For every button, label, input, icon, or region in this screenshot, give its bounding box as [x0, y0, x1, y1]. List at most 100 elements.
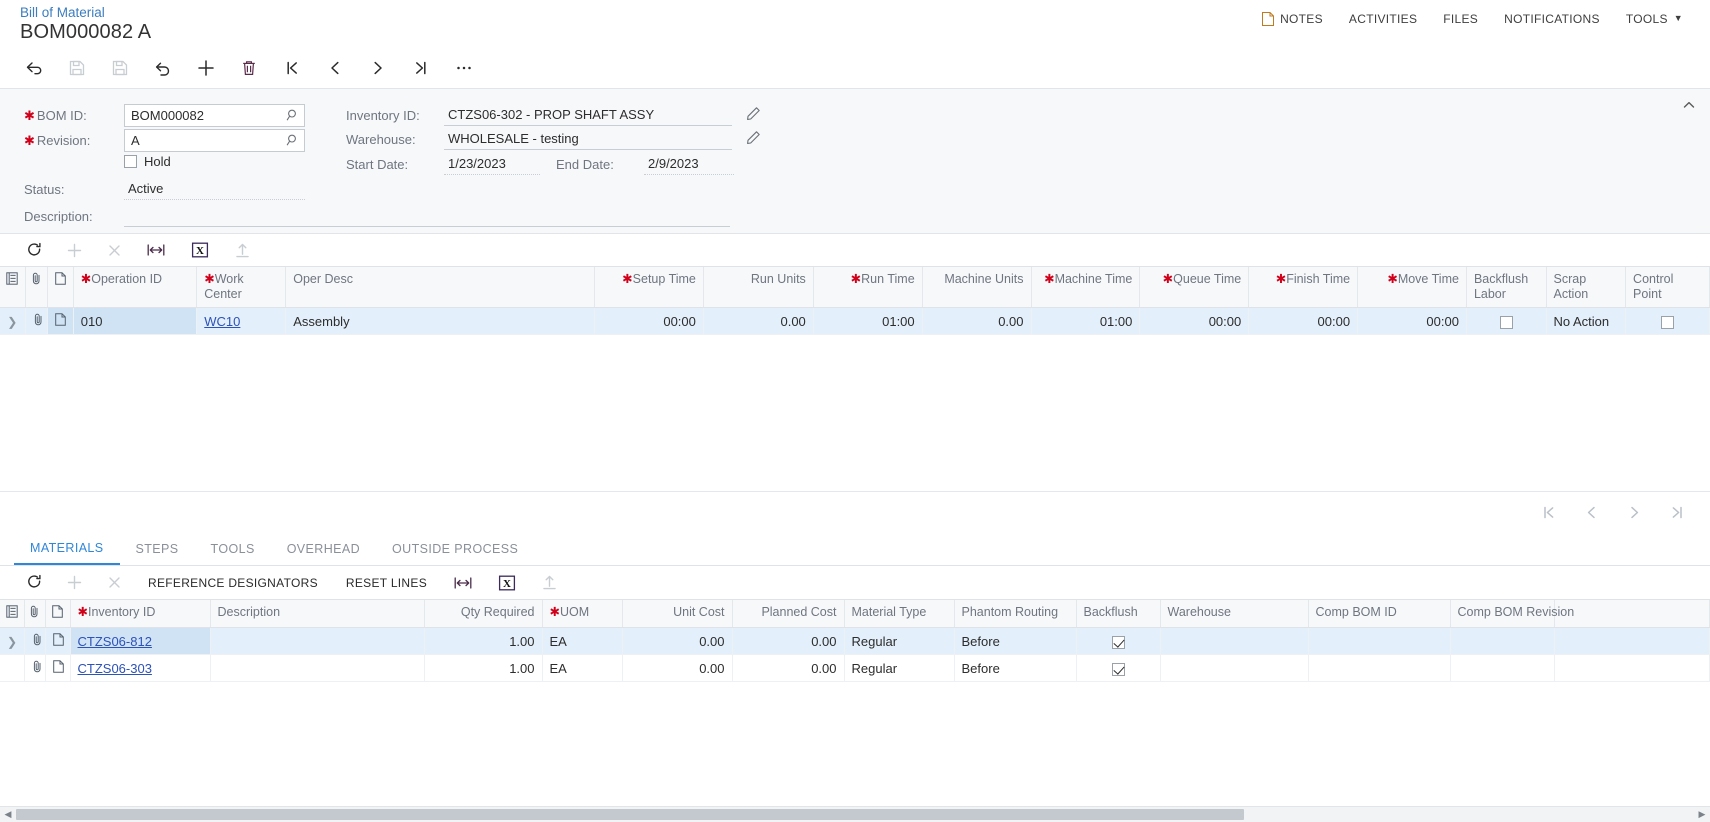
cell-planned-cost[interactable]: 0.00	[732, 655, 844, 682]
collapse-panel-icon[interactable]	[1680, 96, 1698, 114]
cell-backflush-labor[interactable]	[1466, 308, 1546, 335]
revision-input[interactable]: A	[124, 129, 305, 152]
col-run-time[interactable]: ✱Run Time	[813, 267, 922, 308]
field-hold[interactable]: Hold	[124, 154, 171, 169]
control-point-checkbox[interactable]	[1661, 316, 1674, 329]
reference-designators-button[interactable]: REFERENCE DESIGNATORS	[134, 576, 332, 590]
cell-qty-required[interactable]: 1.00	[424, 628, 542, 655]
add-button[interactable]	[184, 51, 227, 85]
col-inventory-id[interactable]: ✱Inventory ID	[70, 600, 210, 628]
pager-last-button[interactable]	[1669, 504, 1686, 521]
cell-oper-desc[interactable]: Assembly	[286, 308, 595, 335]
cell-phantom-routing[interactable]: Before	[954, 628, 1076, 655]
col-planned-cost[interactable]: Planned Cost	[732, 600, 844, 628]
cell-warehouse[interactable]	[1160, 655, 1308, 682]
cell-control-point[interactable]	[1626, 308, 1710, 335]
row-note-cell[interactable]	[45, 628, 70, 655]
row-attachment-cell[interactable]	[24, 655, 45, 682]
backflush-checkbox[interactable]	[1112, 636, 1125, 649]
col-setup-time[interactable]: ✱Setup Time	[595, 267, 704, 308]
cell-unit-cost[interactable]: 0.00	[622, 628, 732, 655]
col-qty-required[interactable]: Qty Required	[424, 600, 542, 628]
row-expand-cell[interactable]: ❯	[0, 308, 25, 335]
tab-steps[interactable]: STEPS	[120, 533, 195, 565]
cell-comp-bom-revision[interactable]	[1450, 655, 1554, 682]
cell-material-type[interactable]: Regular	[844, 655, 954, 682]
delete-button[interactable]	[227, 51, 270, 85]
col-scrap-action[interactable]: Scrap Action	[1546, 267, 1626, 308]
cell-comp-bom-id[interactable]	[1308, 628, 1450, 655]
tab-outside-process[interactable]: OUTSIDE PROCESS	[376, 533, 534, 565]
column-settings-icon[interactable]	[0, 267, 25, 308]
scroll-right-arrow-icon[interactable]: ▶	[1694, 809, 1710, 820]
row-expand-cell[interactable]: ❯	[0, 628, 24, 655]
menu-item-notes[interactable]: NOTES	[1249, 9, 1336, 29]
col-backflush[interactable]: Backflush	[1076, 600, 1160, 628]
cell-planned-cost[interactable]: 0.00	[732, 628, 844, 655]
description-input[interactable]	[124, 205, 730, 227]
col-oper-desc[interactable]: Oper Desc	[286, 267, 595, 308]
col-machine-units[interactable]: Machine Units	[922, 267, 1031, 308]
export-excel-button[interactable]: X	[485, 569, 529, 597]
cell-description[interactable]	[210, 628, 424, 655]
scrollbar-thumb[interactable]	[16, 809, 1244, 820]
reset-lines-button[interactable]: RESET LINES	[332, 576, 441, 590]
cell-comp-bom-id[interactable]	[1308, 655, 1450, 682]
cell-comp-bom-revision[interactable]	[1450, 628, 1554, 655]
table-row[interactable]: ❯ 010 WC10 Assembly 00:00	[0, 308, 1710, 335]
cell-backflush[interactable]	[1076, 628, 1160, 655]
col-run-units[interactable]: Run Units	[703, 267, 813, 308]
row-note-cell[interactable]	[47, 308, 73, 335]
cell-warehouse[interactable]	[1160, 628, 1308, 655]
horizontal-scrollbar[interactable]: ◀ ▶	[0, 806, 1710, 822]
backflush-checkbox[interactable]	[1112, 663, 1125, 676]
col-material-type[interactable]: Material Type	[844, 600, 954, 628]
bom-id-input[interactable]: BOM000082	[124, 104, 305, 127]
col-warehouse[interactable]: Warehouse	[1160, 600, 1308, 628]
pager-previous-button[interactable]	[1583, 504, 1600, 521]
menu-item-activities[interactable]: ACTIVITIES	[1336, 9, 1430, 29]
edit-warehouse-icon[interactable]	[746, 130, 761, 148]
cell-inventory-id[interactable]: CTZS06-812	[70, 628, 210, 655]
refresh-button[interactable]	[14, 236, 54, 264]
last-record-button[interactable]	[399, 51, 442, 85]
col-finish-time[interactable]: ✱Finish Time	[1249, 267, 1358, 308]
tab-overhead[interactable]: OVERHEAD	[271, 533, 376, 565]
previous-record-button[interactable]	[313, 51, 356, 85]
cell-phantom-routing[interactable]: Before	[954, 655, 1076, 682]
cell-scrap-action[interactable]: No Action	[1546, 308, 1626, 335]
cell-machine-time[interactable]: 01:00	[1031, 308, 1140, 335]
table-row[interactable]: CTZS06-303 1.00 EA 0.00 0.00 Regular Bef…	[0, 655, 1710, 682]
next-record-button[interactable]	[356, 51, 399, 85]
col-unit-cost[interactable]: Unit Cost	[622, 600, 732, 628]
cell-unit-cost[interactable]: 0.00	[622, 655, 732, 682]
undo-button[interactable]	[141, 51, 184, 85]
end-date-input[interactable]: 2/9/2023	[644, 153, 734, 175]
tab-materials[interactable]: MATERIALS	[14, 533, 120, 565]
first-record-button[interactable]	[270, 51, 313, 85]
col-queue-time[interactable]: ✱Queue Time	[1140, 267, 1249, 308]
hold-checkbox[interactable]	[124, 155, 137, 168]
cell-setup-time[interactable]: 00:00	[595, 308, 704, 335]
row-expand-cell[interactable]	[0, 655, 24, 682]
table-row[interactable]: ❯ CTZS06-812 1.00 EA 0.	[0, 628, 1710, 655]
cell-machine-units[interactable]: 0.00	[922, 308, 1031, 335]
row-attachment-cell[interactable]	[25, 308, 47, 335]
refresh-button[interactable]	[14, 569, 54, 597]
back-button[interactable]	[12, 51, 55, 85]
cell-description[interactable]	[210, 655, 424, 682]
work-center-link[interactable]: WC10	[204, 314, 240, 329]
cell-backflush[interactable]	[1076, 655, 1160, 682]
export-excel-button[interactable]: X	[178, 236, 222, 264]
backflush-labor-checkbox[interactable]	[1500, 316, 1513, 329]
warehouse-input[interactable]: WHOLESALE - testing	[444, 128, 732, 150]
scrollbar-track[interactable]	[16, 807, 1694, 822]
cell-operation-id[interactable]: 010	[73, 308, 197, 335]
edit-inventory-icon[interactable]	[746, 106, 761, 124]
pager-next-button[interactable]	[1626, 504, 1643, 521]
fit-columns-button[interactable]	[441, 569, 485, 597]
menu-item-tools[interactable]: TOOLS ▼	[1613, 9, 1696, 29]
cell-uom[interactable]: EA	[542, 655, 622, 682]
search-icon[interactable]	[286, 133, 299, 151]
inventory-id-link[interactable]: CTZS06-812	[78, 634, 152, 649]
